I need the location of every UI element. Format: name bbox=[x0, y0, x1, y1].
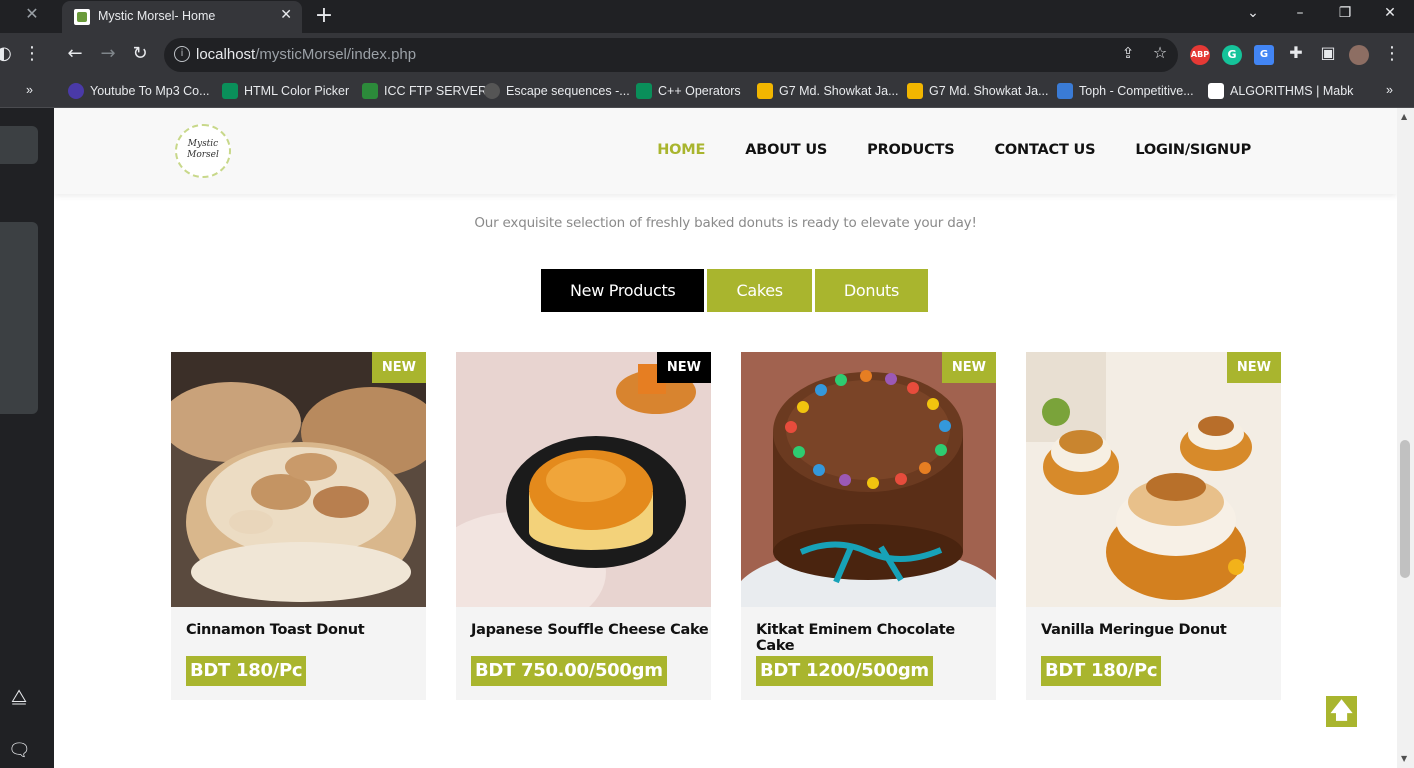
google-drive-icon bbox=[757, 83, 773, 99]
site-logo[interactable]: Mystic Morsel bbox=[175, 124, 231, 178]
bookmark-item[interactable]: G7 Md. Showkat Ja... bbox=[757, 83, 899, 99]
nav-about-us[interactable]: ABOUT US bbox=[745, 142, 827, 158]
new-badge: NEW bbox=[371, 352, 426, 383]
menu-icon[interactable]: ⋮ bbox=[20, 43, 44, 64]
bookmarks-overflow-left[interactable]: » bbox=[26, 83, 33, 97]
grammarly-icon[interactable]: G bbox=[1222, 45, 1242, 65]
address-bar[interactable]: i localhost/mysticMorsel/index.php ⇪ ☆ bbox=[164, 38, 1178, 72]
new-badge: NEW bbox=[941, 352, 996, 383]
product-price: BDT 180/Pc bbox=[186, 656, 307, 686]
chrome-menu-icon[interactable]: ⋮ bbox=[1380, 43, 1404, 64]
product-card[interactable]: NEW Vanilla Meringue Donut BDT 180/Pc bbox=[1026, 352, 1281, 700]
extensions-icon[interactable]: ✚ bbox=[1284, 43, 1308, 62]
section-tagline: Our exquisite selection of freshly baked… bbox=[474, 215, 977, 231]
product-name[interactable]: Japanese Souffle Cheese Cake bbox=[471, 622, 709, 638]
product-image-kitkat-cake[interactable]: NEW bbox=[741, 352, 996, 607]
nav-contact-us[interactable]: CONTACT US bbox=[994, 142, 1095, 158]
new-badge: NEW bbox=[656, 352, 711, 383]
filter-cakes[interactable]: Cakes bbox=[707, 269, 812, 312]
shapes-icon[interactable]: ⧋ bbox=[8, 686, 30, 707]
site-info-icon[interactable]: i bbox=[174, 46, 190, 62]
product-card[interactable]: NEW Cinnamon Toast Donut BDT 180/Pc bbox=[171, 352, 426, 700]
translate-icon[interactable]: G bbox=[1254, 45, 1274, 65]
scrollbar-thumb[interactable] bbox=[1400, 440, 1410, 578]
nav-home[interactable]: HOME bbox=[657, 142, 705, 158]
browser-tab-strip: ✕ Mystic Morsel- Home ✕ + ⌄ – ❐ ✕ bbox=[0, 0, 1414, 33]
bookmarks-bar: » Youtube To Mp3 Co... HTML Color Picker… bbox=[0, 77, 1414, 108]
nav-login-signup[interactable]: LOGIN/SIGNUP bbox=[1135, 142, 1251, 158]
icc-icon bbox=[362, 83, 378, 99]
product-price: BDT 1200/500gm bbox=[756, 656, 933, 686]
logo-wordmark: Mystic Morsel bbox=[187, 139, 219, 160]
bookmark-item[interactable]: C++ Operators bbox=[636, 83, 741, 99]
web-page: Mystic Morsel HOME ABOUT US PRODUCTS CONT… bbox=[54, 108, 1397, 768]
window-close-icon[interactable]: ✕ bbox=[1380, 5, 1400, 21]
w3schools-icon bbox=[636, 83, 652, 99]
new-badge: NEW bbox=[1226, 352, 1281, 383]
share-icon[interactable]: ⇪ bbox=[1116, 44, 1140, 62]
minimize-icon[interactable]: – bbox=[1290, 5, 1310, 21]
close-icon[interactable]: ✕ bbox=[20, 4, 44, 23]
product-image-souffle-cheesecake[interactable]: NEW bbox=[456, 352, 711, 607]
back-icon[interactable]: ← bbox=[63, 43, 87, 64]
profile-icon[interactable]: ◐ bbox=[0, 43, 16, 64]
browser-toolbar: ◐ ⋮ ← → ↻ i localhost/mysticMorsel/index… bbox=[0, 33, 1414, 77]
bookmark-item[interactable]: ICC FTP SERVER bbox=[362, 83, 487, 99]
site-header: Mystic Morsel HOME ABOUT US PRODUCTS CONT… bbox=[54, 108, 1397, 194]
bookmarks-overflow-right[interactable]: » bbox=[1386, 83, 1393, 97]
browser-tab[interactable]: Mystic Morsel- Home ✕ bbox=[62, 1, 302, 33]
product-filter-tabs: New Products Cakes Donuts bbox=[541, 269, 929, 312]
toph-icon bbox=[1057, 83, 1073, 99]
product-price: BDT 180/Pc bbox=[1041, 656, 1162, 686]
w3schools-icon bbox=[222, 83, 238, 99]
product-image-cinnamon-donut[interactable]: NEW bbox=[171, 352, 426, 607]
bookmark-item[interactable]: Youtube To Mp3 Co... bbox=[68, 83, 210, 99]
product-name[interactable]: Kitkat Eminem Chocolate Cake bbox=[756, 622, 996, 654]
scroll-down-icon[interactable]: ▼ bbox=[1401, 754, 1407, 763]
url-text[interactable]: localhost/mysticMorsel/index.php bbox=[196, 46, 416, 63]
tab-title: Mystic Morsel- Home bbox=[98, 9, 216, 23]
forward-icon[interactable]: → bbox=[96, 43, 120, 64]
avatar[interactable] bbox=[1349, 45, 1369, 65]
wix-icon bbox=[1208, 83, 1224, 99]
page-scrollbar[interactable]: ▲ ▼ bbox=[1397, 108, 1414, 768]
product-card[interactable]: NEW Japanese Souffle Cheese Cake BDT 750… bbox=[456, 352, 711, 700]
favicon-icon bbox=[74, 9, 90, 25]
google-drive-icon bbox=[907, 83, 923, 99]
scroll-up-icon[interactable]: ▲ bbox=[1401, 112, 1407, 121]
filter-new-products[interactable]: New Products bbox=[541, 269, 705, 312]
main-nav: HOME ABOUT US PRODUCTS CONTACT US LOGIN/… bbox=[657, 142, 1251, 158]
side-panel-block[interactable] bbox=[0, 126, 38, 164]
product-price: BDT 750.00/500gm bbox=[471, 656, 667, 686]
filter-donuts[interactable]: Donuts bbox=[814, 269, 929, 312]
bookmark-star-icon[interactable]: ☆ bbox=[1148, 43, 1172, 62]
side-panel: ⧋ 🗨 bbox=[0, 108, 54, 768]
reload-icon[interactable]: ↻ bbox=[128, 43, 152, 64]
tab-search-icon[interactable]: ⌄ bbox=[1243, 5, 1263, 21]
product-name[interactable]: Vanilla Meringue Donut bbox=[1041, 622, 1227, 638]
github-icon bbox=[484, 83, 500, 99]
tab-close-icon[interactable]: ✕ bbox=[280, 7, 292, 23]
product-name[interactable]: Cinnamon Toast Donut bbox=[186, 622, 365, 638]
bookmark-item[interactable]: Escape sequences -... bbox=[484, 83, 630, 99]
side-panel-block[interactable] bbox=[0, 222, 38, 414]
product-card[interactable]: NEW Kitkat Eminem Chocolate Cake BDT 120… bbox=[741, 352, 996, 700]
product-image-meringue-donut[interactable]: NEW bbox=[1026, 352, 1281, 607]
new-tab-button[interactable]: + bbox=[313, 3, 335, 28]
bookmark-item[interactable]: ALGORITHMS | Mabk bbox=[1208, 83, 1353, 99]
bookmark-item[interactable]: Toph - Competitive... bbox=[1057, 83, 1194, 99]
sidebar-toggle-icon[interactable]: ▣ bbox=[1316, 43, 1340, 62]
bookmark-item[interactable]: HTML Color Picker bbox=[222, 83, 349, 99]
nav-products[interactable]: PRODUCTS bbox=[867, 142, 955, 158]
back-to-top-button[interactable]: 🡅 bbox=[1326, 696, 1357, 727]
youtube-mp3-icon bbox=[68, 83, 84, 99]
restore-icon[interactable]: ❐ bbox=[1335, 5, 1355, 21]
adblock-icon[interactable]: ABP bbox=[1190, 45, 1210, 65]
feedback-icon[interactable]: 🗨 bbox=[8, 740, 31, 761]
bookmark-item[interactable]: G7 Md. Showkat Ja... bbox=[907, 83, 1049, 99]
